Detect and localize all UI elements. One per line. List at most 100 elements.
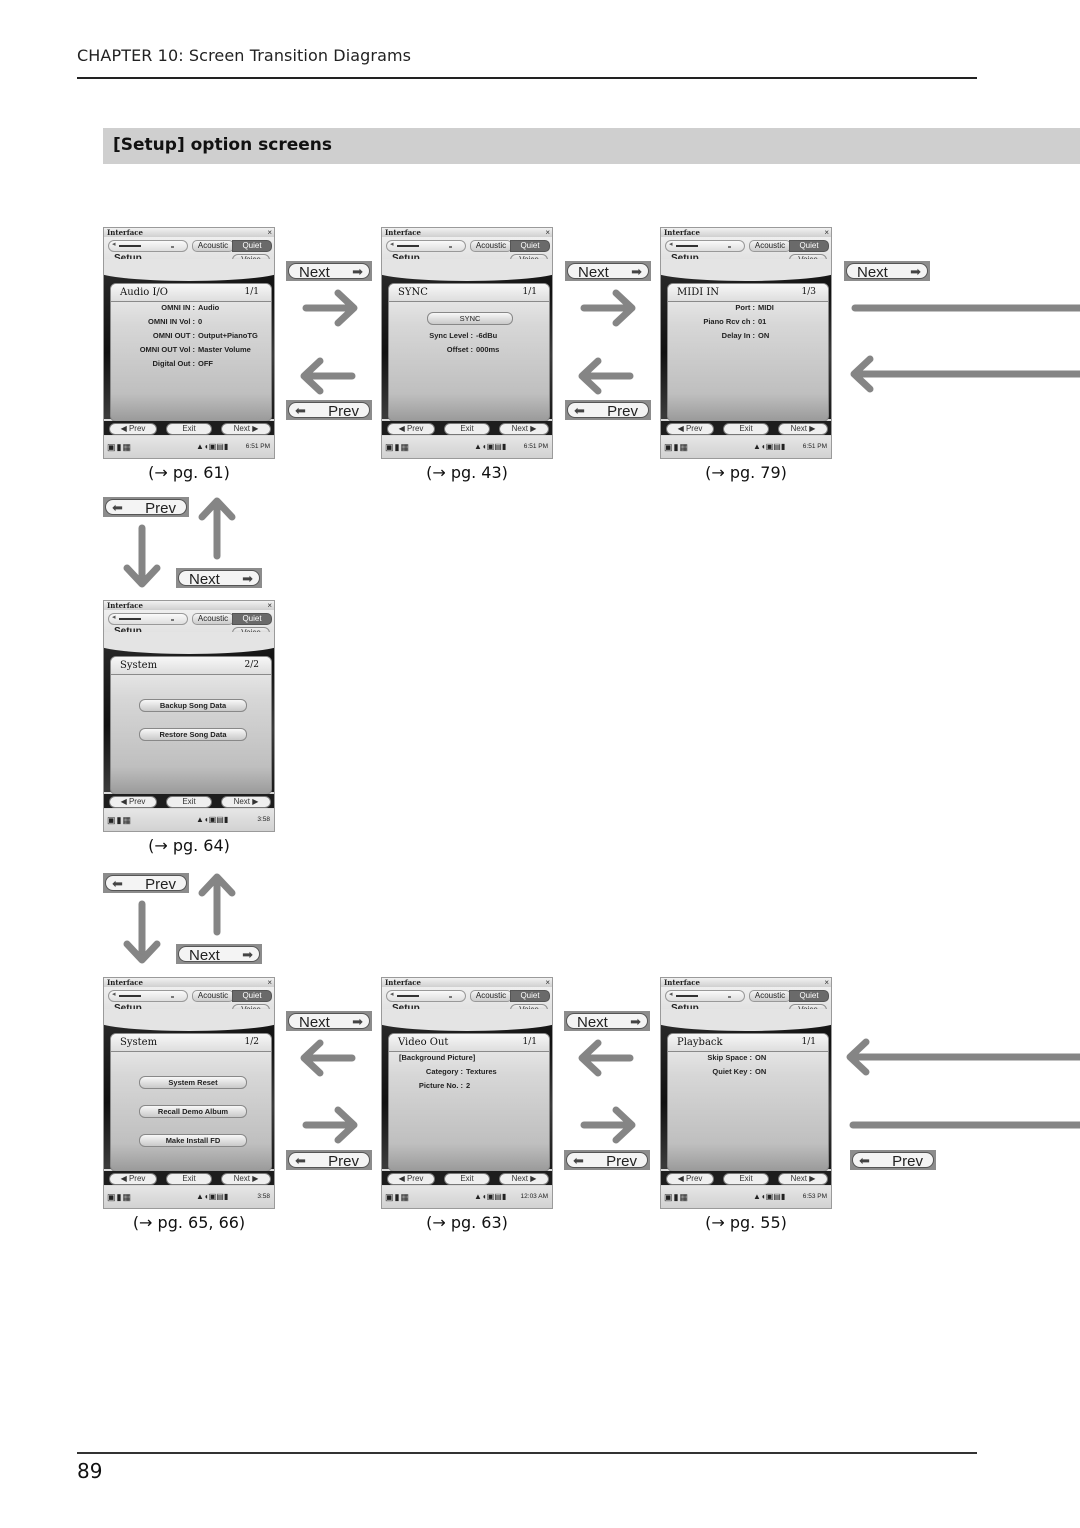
acoustic-button[interactable]: Acoustic (749, 240, 791, 252)
volume-slider[interactable]: ◂ (108, 240, 188, 252)
exit-button[interactable]: Exit (723, 423, 769, 435)
app-icons[interactable]: ▣▮▦ (664, 1192, 689, 1203)
arrow-up-icon (198, 497, 236, 560)
setting-value[interactable]: Audio (198, 303, 219, 312)
quiet-button[interactable]: Quiet (789, 240, 829, 252)
prev-button[interactable]: ◀ Prev (109, 796, 157, 808)
recall-demo-album-button[interactable]: Recall Demo Album (139, 1105, 247, 1118)
close-icon[interactable]: × (824, 978, 829, 987)
quiet-button[interactable]: Quiet (789, 990, 829, 1002)
exit-button[interactable]: Exit (444, 423, 490, 435)
app-icons[interactable]: ▣▮▦ (107, 1192, 132, 1203)
app-icons[interactable]: ▣▮▦ (107, 442, 132, 453)
setting-label: OMNI IN : (161, 303, 195, 312)
app-icons[interactable]: ▣▮▦ (664, 442, 689, 453)
setting-value[interactable]: 0 (198, 317, 202, 326)
next-button[interactable]: Next ▶ (499, 423, 549, 435)
backup-song-data-button[interactable]: Backup Song Data (139, 699, 247, 712)
status-bar: ▣▮▦ ▲◖▣▤▮ 6:51 PM (382, 436, 552, 458)
next-button[interactable]: Next ▶ (778, 1173, 828, 1185)
status-bar: ▣▮▦ ▲◖▣▤▮ 6:51 PM (104, 436, 274, 458)
acoustic-button[interactable]: Acoustic (470, 240, 512, 252)
close-icon[interactable]: × (267, 228, 272, 237)
panel-body: Port : MIDI Piano Rcv ch :01 Delay In : ON (668, 303, 828, 413)
exit-button[interactable]: Exit (444, 1173, 490, 1185)
setting-value[interactable]: Master Volume (198, 345, 251, 354)
close-icon[interactable]: × (267, 978, 272, 987)
exit-button[interactable]: Exit (166, 423, 212, 435)
next-button[interactable]: Next ▶ (221, 796, 271, 808)
setting-value[interactable]: ON (755, 1053, 766, 1062)
arrow-right-icon: ➡ (352, 264, 363, 279)
prev-button[interactable]: ◀ Prev (666, 423, 714, 435)
panel-header: MIDI IN 1/3 (668, 284, 828, 302)
next-button[interactable]: Next ▶ (221, 423, 271, 435)
quiet-button[interactable]: Quiet (232, 990, 272, 1002)
device-screen: Interface × ◂ Acoustic Quiet Setup Voice… (381, 977, 553, 1209)
acoustic-button[interactable]: Acoustic (470, 990, 512, 1002)
app-icons[interactable]: ▣▮▦ (385, 1192, 410, 1203)
acoustic-button[interactable]: Acoustic (749, 990, 791, 1002)
clock: 12:03 AM (520, 1193, 548, 1200)
close-icon[interactable]: × (267, 601, 272, 610)
acoustic-button[interactable]: Acoustic (192, 240, 234, 252)
volume-slider[interactable]: ◂ (386, 990, 466, 1002)
close-icon[interactable]: × (545, 228, 550, 237)
restore-song-data-button[interactable]: Restore Song Data (139, 728, 247, 741)
device-screen: Interface × ◂ Acoustic Quiet Setup Voice… (660, 977, 832, 1209)
next-button[interactable]: Next ▶ (778, 423, 828, 435)
setting-value[interactable]: OFF (198, 359, 213, 368)
arrow-left-icon: ⬅ (112, 876, 123, 891)
system-reset-button[interactable]: System Reset (139, 1076, 247, 1089)
quiet-button[interactable]: Quiet (510, 240, 550, 252)
next-button[interactable]: Next ▶ (499, 1173, 549, 1185)
setting-value[interactable]: ON (755, 1067, 766, 1076)
app-icons[interactable]: ▣▮▦ (385, 442, 410, 453)
setting-value[interactable]: Output+PianoTG (198, 331, 258, 340)
panel-page-indicator: 1/3 (801, 287, 816, 297)
exit-button[interactable]: Exit (166, 796, 212, 808)
quiet-button[interactable]: Quiet (510, 990, 550, 1002)
setting-value[interactable]: 01 (758, 317, 766, 326)
setting-value[interactable]: MIDI (758, 303, 774, 312)
acoustic-button[interactable]: Acoustic (192, 613, 234, 625)
panel-body: Backup Song Data Restore Song Data (111, 676, 271, 786)
volume-slider[interactable]: ◂ (665, 240, 745, 252)
prev-label: ⬅ Prev (103, 497, 189, 517)
prev-button[interactable]: ◀ Prev (666, 1173, 714, 1185)
exit-button[interactable]: Exit (166, 1173, 212, 1185)
setting-value[interactable]: 000ms (476, 345, 499, 354)
next-button[interactable]: Next ▶ (221, 1173, 271, 1185)
volume-slider[interactable]: ◂ (108, 990, 188, 1002)
settings-panel: SYNC 1/1 SYNC Sync Level : -6dBu Offset :00… (388, 283, 550, 422)
volume-slider[interactable]: ◂ (108, 613, 188, 625)
volume-knob (171, 619, 174, 621)
acoustic-button[interactable]: Acoustic (192, 990, 234, 1002)
arrow-left-icon: ⬅ (112, 500, 123, 515)
prev-button[interactable]: ◀ Prev (387, 423, 435, 435)
volume-knob (449, 246, 452, 248)
volume-slider[interactable]: ◂ (386, 240, 466, 252)
close-icon[interactable]: × (545, 978, 550, 987)
quiet-button[interactable]: Quiet (232, 240, 272, 252)
prev-button[interactable]: ◀ Prev (109, 423, 157, 435)
quiet-button[interactable]: Quiet (232, 613, 272, 625)
app-icons[interactable]: ▣▮▦ (107, 815, 132, 826)
panel-page-indicator: 1/1 (522, 1037, 537, 1047)
panel-body: Skip Space : ON Quiet Key : ON (668, 1053, 828, 1163)
setting-value[interactable]: 2 (466, 1081, 470, 1090)
setting-value[interactable]: -6dBu (476, 331, 497, 340)
page-reference: (→ pg. 65, 66) (132, 1213, 246, 1232)
prev-button[interactable]: ◀ Prev (109, 1173, 157, 1185)
volume-slider[interactable]: ◂ (665, 990, 745, 1002)
arrow-left-icon (850, 355, 1080, 393)
setting-value[interactable]: ON (758, 331, 769, 340)
make-install-fd-button[interactable]: Make Install FD (139, 1134, 247, 1147)
sync-button[interactable]: SYNC (427, 312, 513, 325)
prev-button[interactable]: ◀ Prev (387, 1173, 435, 1185)
exit-button[interactable]: Exit (723, 1173, 769, 1185)
speaker-icon: ◂ (669, 241, 673, 248)
close-icon[interactable]: × (824, 228, 829, 237)
panel-title: MIDI IN (677, 287, 720, 298)
setting-value[interactable]: Textures (466, 1067, 497, 1076)
